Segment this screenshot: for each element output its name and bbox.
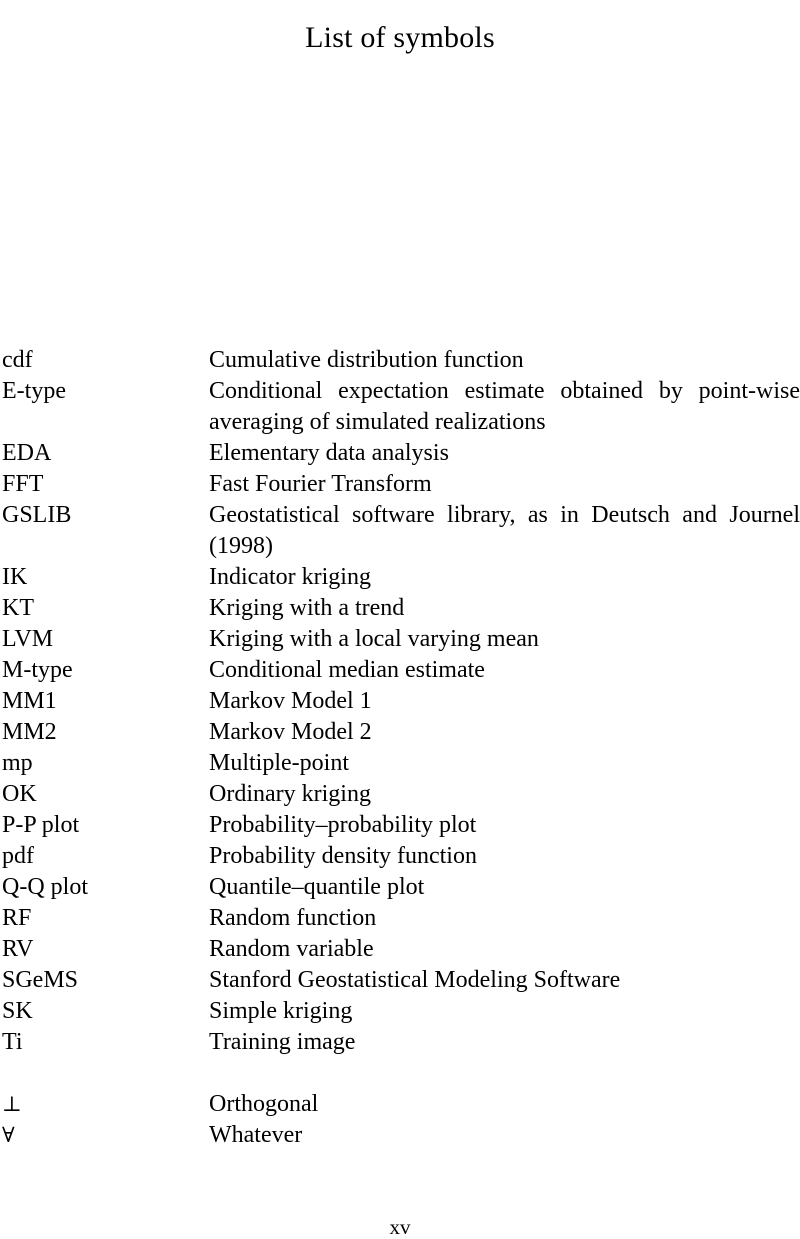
symbol-definition: Probability–probability plot — [209, 812, 477, 838]
symbol-term: GSLIB — [2, 502, 72, 528]
symbol-definition: Indicator kriging — [209, 564, 371, 590]
symbol-term: RF — [2, 905, 32, 931]
symbol-entry-row: RF Random function — [2, 903, 800, 934]
symbol-entry-row: SK Simple kriging — [2, 996, 800, 1027]
symbol-definition: Fast Fourier Transform — [209, 471, 432, 497]
symbol-definition: Random variable — [209, 936, 374, 962]
symbol-term: KT — [2, 595, 34, 621]
symbol-entry-row: mp Multiple-point — [2, 748, 800, 779]
page-title: List of symbols — [305, 21, 495, 55]
symbol-entry-row: EDA Elementary data analysis — [2, 438, 800, 469]
symbol-definition: Ordinary kriging — [209, 781, 371, 807]
symbol-term: FFT — [2, 471, 44, 497]
symbol-term: mp — [2, 750, 33, 776]
symbol-definition: Training image — [209, 1029, 356, 1055]
symbol-entry-row: MM2 Markov Model 2 — [2, 717, 800, 748]
symbol-definition: Multiple-point — [209, 750, 349, 776]
symbol-term: M-type — [2, 657, 73, 683]
symbol-definition-list: cdf Cumulative distribution function E-typ… — [2, 345, 800, 1151]
symbol-definition: Quantile–quantile plot — [209, 874, 425, 900]
symbol-term: ⊥ — [2, 1092, 22, 1116]
page-number: xv — [389, 1215, 411, 1239]
symbol-term: cdf — [2, 347, 33, 373]
symbol-entry-row: FFT Fast Fourier Transform — [2, 469, 800, 500]
symbol-definition: Whatever — [209, 1122, 303, 1148]
symbol-term: RV — [2, 936, 34, 962]
symbol-entry-row: Q-Q plot Quantile–quantile plot — [2, 872, 800, 903]
document-page: List of symbols cdf Cumulative distributi… — [0, 0, 800, 1239]
symbol-definition: Random function — [209, 905, 377, 931]
symbol-entry-row: LVM Kriging with a local varying mean — [2, 624, 800, 655]
symbol-term: LVM — [2, 626, 54, 652]
symbol-definition: Elementary data analysis — [209, 440, 449, 466]
symbol-entry-row: SGeMS Stanford Geostatistical Modeling So… — [2, 965, 800, 996]
symbol-term: EDA — [2, 440, 52, 466]
symbol-entry-row: OK Ordinary kriging — [2, 779, 800, 810]
symbol-definition: Stanford Geostatistical Modeling Softwar… — [209, 967, 621, 993]
symbol-term: SK — [2, 998, 33, 1024]
symbol-definition: Conditional median estimate — [209, 657, 485, 683]
symbol-definition: Geostatistical software library, as in D… — [209, 502, 800, 559]
symbol-term: ∀ — [2, 1123, 15, 1147]
symbol-definition: Cumulative distribution function — [209, 347, 524, 373]
symbol-entry-row: ⊥ Orthogonal — [2, 1089, 800, 1120]
symbol-term: P-P plot — [2, 812, 80, 838]
symbol-definition: Markov Model 1 — [209, 688, 372, 714]
symbol-definition: Kriging with a trend — [209, 595, 405, 621]
symbol-definition: Simple kriging — [209, 998, 353, 1024]
symbol-definition: Probability density function — [209, 843, 477, 869]
symbol-definition: Markov Model 2 — [209, 719, 372, 745]
symbol-term: IK — [2, 564, 28, 590]
symbol-entry-row: KT Kriging with a trend — [2, 593, 800, 624]
symbol-entry-row: MM1 Markov Model 1 — [2, 686, 800, 717]
symbol-definition: Orthogonal — [209, 1091, 319, 1117]
symbol-entry-row: cdf Cumulative distribution function — [2, 345, 800, 376]
symbol-term: SGeMS — [2, 967, 79, 993]
symbol-definition: Conditional expectation estimate obtaine… — [209, 378, 800, 435]
symbol-term: pdf — [2, 843, 34, 869]
symbol-term: E-type — [2, 378, 66, 404]
symbol-term: MM2 — [2, 719, 57, 745]
symbol-entry-row: E-type Conditional expectation estimate o… — [2, 376, 800, 438]
symbol-entry-row: RV Random variable — [2, 934, 800, 965]
symbol-entry-row: M-type Conditional median estimate — [2, 655, 800, 686]
symbol-term: Q-Q plot — [2, 874, 88, 900]
symbol-entry-row: GSLIB Geostatistical software library, as… — [2, 500, 800, 562]
symbol-entry-row: Ti Training image — [2, 1027, 800, 1058]
symbol-entry-row: IK Indicator kriging — [2, 562, 800, 593]
symbol-entry-row: pdf Probability density function — [2, 841, 800, 872]
symbol-entry-row: P-P plot Probability–probability plot — [2, 810, 800, 841]
symbol-term: Ti — [2, 1029, 23, 1055]
symbol-definition: Kriging with a local varying mean — [209, 626, 539, 652]
symbol-term: OK — [2, 781, 37, 807]
symbol-term: MM1 — [2, 688, 57, 714]
symbol-entry-row: ∀ Whatever — [2, 1120, 800, 1151]
